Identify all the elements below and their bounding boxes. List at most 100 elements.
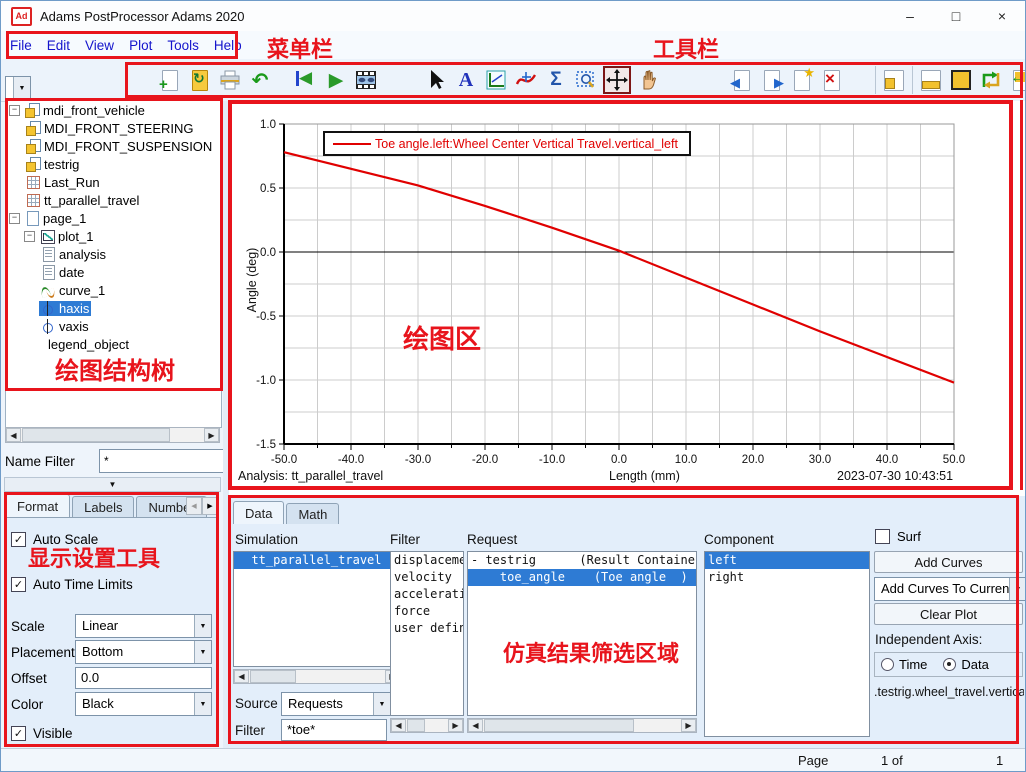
close-button[interactable]: × (979, 1, 1025, 31)
tree-item-Last_Run[interactable]: Last_Run (6, 173, 221, 191)
filter-list[interactable]: displacementvelocityaccelerationforceuse… (390, 551, 464, 716)
undo-icon[interactable]: ↶ (247, 67, 273, 93)
clear-plot-button[interactable]: Clear Plot (874, 603, 1023, 625)
tab-format[interactable]: Format (5, 494, 70, 517)
expander-icon[interactable]: − (9, 105, 20, 116)
layout-bottom-icon[interactable] (918, 67, 944, 93)
collapse-panel-button[interactable]: ▼ (4, 477, 221, 492)
add-mode-select[interactable]: Add Curves To Current Plot▼ (874, 577, 1026, 601)
filter-input[interactable] (281, 719, 387, 741)
scrollbar-thumb[interactable] (407, 719, 425, 732)
simulation-scrollbar[interactable]: ◀ ▶ (233, 669, 401, 684)
filter-item[interactable]: displacement (391, 552, 463, 569)
pan-hand-icon[interactable] (635, 67, 661, 93)
scroll-left-icon[interactable]: ◀ (6, 428, 21, 442)
name-filter-input[interactable] (99, 449, 227, 473)
request-list[interactable]: - testrig (Result Container toe_angle (T… (467, 551, 697, 716)
animation-icon[interactable] (353, 67, 379, 93)
component-list[interactable]: leftright (704, 551, 870, 737)
plot-canvas[interactable]: -50.0-40.0-30.0-20.0-10.00.010.020.030.0… (229, 101, 1026, 496)
tree-item-plot_1[interactable]: −plot_1 (6, 227, 221, 245)
time-radio[interactable]: Time (881, 657, 927, 672)
tree-item-mdi_front_vehicle[interactable]: −mdi_front_vehicle (6, 101, 221, 119)
tab-scroll-left-icon[interactable]: ◀ (186, 497, 202, 515)
tree-item-date[interactable]: date (6, 263, 221, 281)
placement-select[interactable]: Bottom▼ (75, 640, 212, 664)
menu-edit[interactable]: Edit (47, 38, 70, 53)
tree-item-curve_1[interactable]: curve_1 (6, 281, 221, 299)
sigma-icon[interactable]: Σ (543, 67, 569, 93)
menu-file[interactable]: File (10, 38, 32, 53)
component-item[interactable]: right (705, 569, 869, 586)
scroll-left-icon[interactable]: ◀ (468, 719, 483, 732)
tree-item-MDI_FRONT_STEERING[interactable]: MDI_FRONT_STEERING (6, 119, 221, 137)
delete-page-icon[interactable]: × (819, 67, 845, 93)
scroll-left-icon[interactable]: ◀ (234, 670, 249, 683)
mode-select[interactable]: Plotting▼ (5, 76, 31, 100)
scrollbar-thumb[interactable] (250, 670, 296, 683)
menu-tools[interactable]: Tools (167, 38, 199, 53)
menu-plot[interactable]: Plot (129, 38, 152, 53)
maximize-button[interactable]: □ (933, 1, 979, 31)
tree-item-vaxis[interactable]: vaxis (6, 317, 221, 335)
text-icon[interactable]: A (453, 67, 479, 93)
plot-axes-icon[interactable] (483, 67, 509, 93)
tree-item-MDI_FRONT_SUSPENSION[interactable]: MDI_FRONT_SUSPENSION (6, 137, 221, 155)
filter-item[interactable]: velocity (391, 569, 463, 586)
filter-scrollbar[interactable]: ◀ ▶ (390, 718, 464, 733)
surf-checkbox[interactable]: Surf (875, 529, 921, 544)
swap-axes-icon[interactable] (978, 67, 1004, 93)
filter-item[interactable]: user defined (391, 620, 463, 637)
tab-scroll-right-icon[interactable]: ▶ (202, 497, 218, 515)
simulation-list[interactable]: tt_parallel_travel (233, 551, 401, 667)
scale-select[interactable]: Linear▼ (75, 614, 212, 638)
tab-data[interactable]: Data (233, 501, 284, 524)
add-curves-button[interactable]: Add Curves (874, 551, 1023, 573)
prev-page-icon[interactable]: ◀ (729, 67, 755, 93)
simulation-item[interactable]: tt_parallel_travel (234, 552, 400, 569)
request-item[interactable]: - testrig (Result Container (468, 552, 696, 569)
offset-input[interactable]: 0.0 (75, 667, 212, 689)
tab-labels[interactable]: Labels (72, 496, 134, 517)
tab-math[interactable]: Math (286, 503, 339, 524)
filter-item[interactable]: force (391, 603, 463, 620)
cursor-icon[interactable] (423, 67, 449, 93)
tree-item-legend_object[interactable]: legend_object (6, 335, 221, 353)
layout-corner-icon[interactable] (881, 67, 907, 93)
filter-item[interactable]: acceleration (391, 586, 463, 603)
request-scrollbar[interactable]: ◀ ▶ (467, 718, 697, 733)
scroll-left-icon[interactable]: ◀ (391, 719, 406, 732)
scrollbar-thumb[interactable] (22, 428, 170, 442)
tree-item-haxis[interactable]: haxis (6, 299, 221, 317)
menu-view[interactable]: View (85, 38, 114, 53)
new-file-icon[interactable]: + (157, 67, 183, 93)
tree-item-analysis[interactable]: analysis (6, 245, 221, 263)
new-page-icon[interactable]: ★ (789, 67, 815, 93)
skip-to-start-icon[interactable]: ◀ (293, 67, 319, 93)
curve-edit-icon[interactable] (513, 67, 539, 93)
reload-icon[interactable]: ↻ (187, 67, 213, 93)
request-item[interactable]: toe_angle (Toe angle ) (468, 569, 696, 586)
expander-icon[interactable]: − (24, 231, 35, 242)
zoom-area-icon[interactable] (573, 67, 599, 93)
next-page-icon[interactable]: ▶ (759, 67, 785, 93)
tree-item-tt_parallel_travel[interactable]: tt_parallel_travel (6, 191, 221, 209)
source-select[interactable]: Requests▼ (281, 692, 391, 716)
data-radio[interactable]: Data (943, 657, 988, 672)
print-icon[interactable] (217, 67, 243, 93)
auto-time-limits-checkbox[interactable]: ✓ Auto Time Limits (11, 577, 212, 592)
scroll-right-icon[interactable]: ▶ (204, 428, 219, 442)
minimize-button[interactable]: – (887, 1, 933, 31)
auto-scale-checkbox[interactable]: ✓ Auto Scale (11, 532, 212, 547)
tree-horizontal-scrollbar[interactable]: ◀ ▶ (5, 427, 220, 443)
color-select[interactable]: Black▼ (75, 692, 212, 716)
visible-checkbox[interactable]: ✓ Visible (11, 726, 212, 741)
import-page-icon[interactable]: ← (1008, 67, 1026, 93)
play-icon[interactable]: ▶ (323, 67, 349, 93)
scroll-right-icon[interactable]: ▶ (448, 719, 463, 732)
expander-icon[interactable]: − (9, 213, 20, 224)
tree-item-page_1[interactable]: −page_1 (6, 209, 221, 227)
move-icon[interactable] (603, 66, 631, 94)
layout-full-icon[interactable] (948, 67, 974, 93)
component-item[interactable]: left (705, 552, 869, 569)
